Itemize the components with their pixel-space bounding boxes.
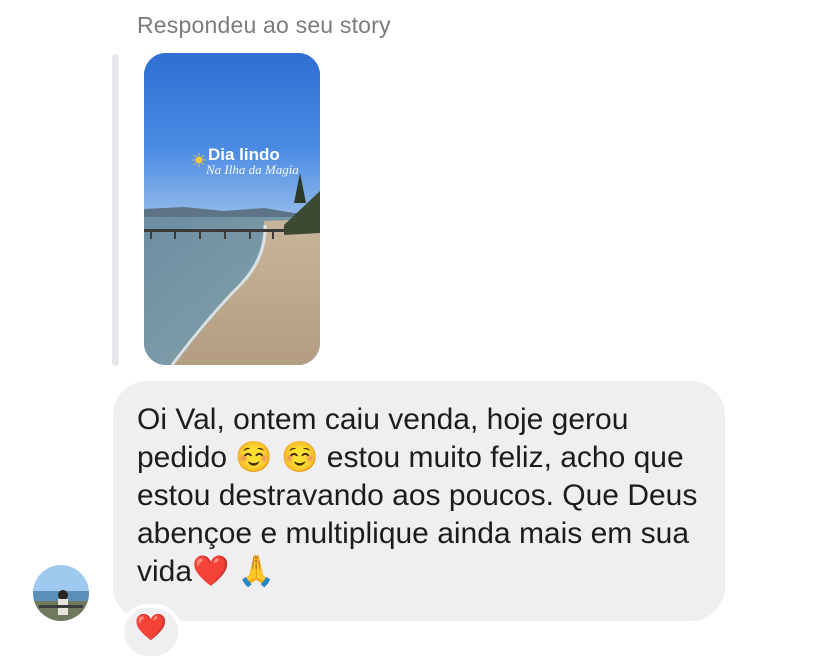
reply-label: Respondeu ao seu story (137, 12, 391, 38)
story-image (144, 53, 320, 365)
heart-reaction-icon: ❤️ (134, 613, 168, 643)
avatar[interactable] (33, 565, 89, 621)
avatar-image (33, 565, 89, 621)
reply-indicator-bar (112, 54, 119, 366)
message-text: Oi Val, ontem caiu venda, hoje gerou ped… (137, 403, 698, 588)
reaction-badge[interactable]: ❤️ (120, 604, 182, 660)
story-subtitle: Na Ilha da Magia (206, 162, 299, 177)
sun-icon (192, 153, 206, 167)
message-bubble[interactable]: Oi Val, ontem caiu venda, hoje gerou ped… (113, 381, 725, 621)
story-thumbnail[interactable]: Dia lindo Na Ilha da Magia (144, 53, 320, 365)
